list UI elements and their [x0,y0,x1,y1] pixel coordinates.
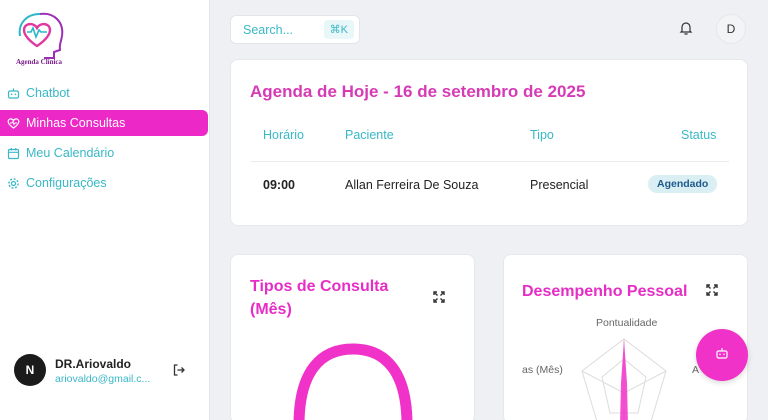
sidebar-item-label: Chatbot [26,86,70,100]
expand-icon[interactable] [705,283,719,297]
sidebar-item-minhas-consultas[interactable]: Minhas Consultas [0,110,208,136]
consult-types-title: Tipos de Consulta (Mês) [250,278,389,318]
sidebar-item-label: Configurações [26,176,107,190]
donut-chart [293,343,413,420]
sidebar-item-chatbot[interactable]: Chatbot [0,80,210,106]
chatbot-fab-button[interactable] [696,329,748,381]
user-email: ariovaldo@gmail.c... [55,373,151,385]
search-input[interactable]: Search... ⌘K [230,15,360,44]
sidebar-item-label: Meu Calendário [26,146,115,160]
user-name: DR.Ariovaldo [55,357,132,371]
sidebar-nav: Chatbot Minhas Consultas Meu Calendário … [0,78,210,200]
bot-icon [715,346,729,365]
agenda-card: Agenda de Hoje - 16 de setembro de 2025 … [230,59,748,226]
table-divider [251,161,729,162]
status-badge: Agendado [648,175,718,193]
column-header: Status [681,128,717,142]
radar-chart [581,338,667,420]
appointment-type: Presencial [530,178,589,192]
sidebar: Agenda Clínica Chatbot Minhas Consultas … [0,0,210,420]
bell-icon[interactable] [678,20,694,36]
expand-icon[interactable] [432,290,446,304]
bot-icon [7,87,20,100]
column-header: Paciente [345,128,394,142]
radar-axis-label: as (Mês) [522,364,563,376]
radar-axis-label: Pontualidade [596,317,658,329]
agenda-title: Agenda de Hoje - 16 de setembro de 2025 [250,82,586,101]
top-avatar[interactable]: D [716,14,746,44]
search-shortcut-badge: ⌘K [323,20,354,39]
column-header: Tipo [530,128,554,142]
logout-icon[interactable] [172,363,186,377]
brand-name: Agenda Clínica [15,58,63,66]
sidebar-item-configuracoes[interactable]: Configurações [0,170,210,196]
column-header: Horário [263,128,304,142]
user-profile: N DR.Ariovaldo ariovaldo@gmail.c... [14,354,204,388]
avatar[interactable]: N [14,354,46,386]
consult-types-card: Tipos de Consulta (Mês) [230,254,475,420]
gear-icon [7,177,20,190]
search-placeholder: Search... [243,23,294,37]
sidebar-item-label: Minhas Consultas [26,116,126,130]
performance-title: Desempenho Pessoal [522,283,688,300]
heart-icon [7,117,20,130]
calendar-icon [7,147,20,160]
appointment-patient: Allan Ferreira De Souza [345,178,479,192]
sidebar-item-meu-calendario[interactable]: Meu Calendário [0,140,210,166]
appointment-time: 09:00 [263,178,295,192]
